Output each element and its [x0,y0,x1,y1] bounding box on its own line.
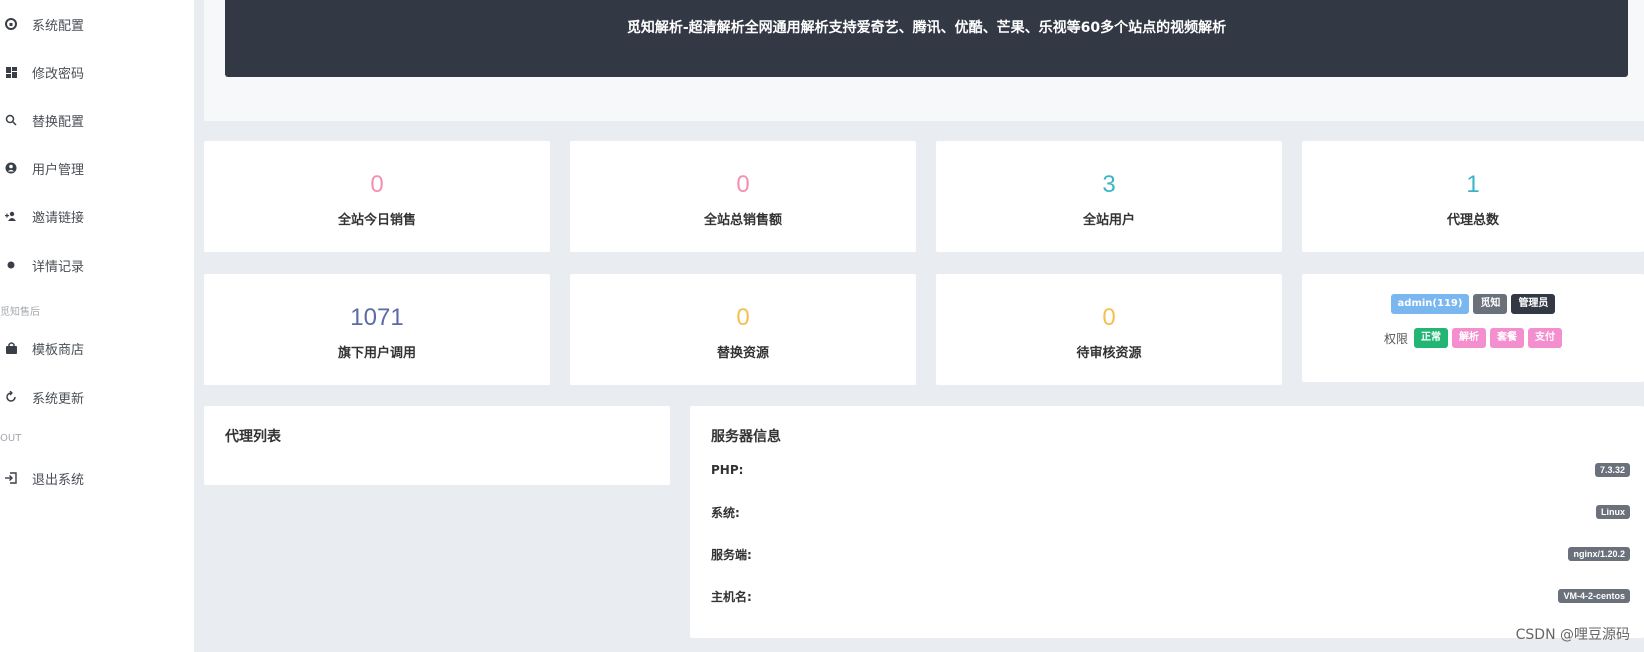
stat-card-agent-count: 1 代理总数 [1302,141,1644,252]
info-value: nginx/1.20.2 [1568,547,1630,561]
sidebar-item-label: 邀请链接 [32,210,85,226]
banner-text: 觅知解析-超清解析全网通用解析支持爱奇艺、腾讯、优酷、芒果、乐视等60多个站点的… [626,19,1227,36]
stat-value: 0 [370,171,384,198]
info-key: 服务端: [711,547,752,562]
user-icon [4,161,18,175]
sidebar-item-label: 替换配置 [32,114,85,130]
stat-value: 0 [1102,304,1116,331]
banner-container: 觅知解析-超清解析全网通用解析支持爱奇艺、腾讯、优酷、芒果、乐视等60多个站点的… [204,0,1644,121]
sidebar-item-label: 退出系统 [32,472,85,488]
stat-card-pending-resources: 0 待审核资源 [936,274,1282,385]
permission-parse-badge: 解析 [1452,328,1486,348]
sidebar-item-label: 修改密码 [32,66,85,82]
sidebar-item-change-password[interactable]: 修改密码 [0,52,194,92]
sidebar-item-label: 详情记录 [32,259,85,275]
stat-value: 3 [1102,171,1116,198]
server-info-row: 系统: Linux [711,502,1630,522]
stat-card-total-users: 3 全站用户 [936,141,1282,252]
stat-label: 全站用户 [1082,213,1135,228]
stat-card-sub-user-calls: 1071 旗下用户调用 [204,274,550,385]
stat-label: 待审核资源 [1076,346,1142,361]
info-key: 主机名: [711,589,752,604]
stat-label: 替换资源 [716,346,769,361]
permission-status-badge: 正常 [1414,328,1448,348]
refresh-icon [4,390,18,404]
server-info-row: 主机名: VM-4-2-centos [711,586,1630,606]
permission-label: 权限 [1383,331,1408,346]
sidebar-item-system-update[interactable]: 系统更新 [0,377,194,417]
stat-card-today-sales: 0 全站今日销售 [204,141,550,252]
stat-label: 旗下用户调用 [337,346,416,361]
sidebar-item-replace-config[interactable]: 替换配置 [0,100,194,140]
sidebar-item-invite-link[interactable]: 邀请链接 [0,196,194,236]
role-badge: 管理员 [1511,294,1556,314]
panel-title: 代理列表 [225,429,281,445]
stat-value: 1 [1466,171,1480,198]
user-badges: admin(119) 觅知 管理员 [1302,294,1644,314]
info-value: Linux [1596,505,1630,519]
server-info-row: PHP: 7.3.32 [711,460,1630,480]
sidebar-item-label: 用户管理 [32,162,85,178]
sidebar-item-template-store[interactable]: 模板商店 [0,328,194,368]
stat-card-total-sales: 0 全站总销售额 [570,141,916,252]
user-add-icon [4,209,18,223]
dot-icon [4,258,18,272]
panel-title: 服务器信息 [711,429,781,445]
stat-value: 1071 [350,304,404,331]
info-key: 系统: [711,505,740,520]
site-badge: 觅知 [1473,294,1508,314]
sidebar-item-system-config[interactable]: 系统配置 [0,4,194,44]
permission-package-badge: 套餐 [1490,328,1524,348]
search-icon [4,113,18,127]
stat-value: 0 [736,304,750,331]
sidebar-item-label: 模板商店 [32,342,85,358]
stat-label: 全站今日销售 [337,213,416,228]
sidebar-group-label: OUT [0,433,22,444]
server-info-row: 服务端: nginx/1.20.2 [711,544,1630,564]
stat-label: 代理总数 [1446,213,1499,228]
home-icon [4,17,18,31]
user-info-card: admin(119) 觅知 管理员 权限 正常 解析 套餐 支付 [1302,274,1644,382]
info-key: PHP: [711,463,744,477]
sidebar-item-detail-records[interactable]: 详情记录 [0,245,194,285]
stat-card-replace-resources: 0 替换资源 [570,274,916,385]
sidebar-item-logout[interactable]: 退出系统 [0,458,194,498]
agent-list-panel: 代理列表 [204,406,670,485]
logout-icon [4,471,18,485]
sidebar-item-user-management[interactable]: 用户管理 [0,148,194,188]
info-value: 7.3.32 [1594,463,1630,477]
username-badge: admin(119) [1390,294,1470,314]
stat-label: 全站总销售额 [703,213,782,228]
sidebar-group-label: 觅知售后 [0,307,40,318]
sidebar-item-label: 系统配置 [32,18,85,34]
stat-value: 0 [736,171,750,198]
sidebar: 系统配置 修改密码 替换配置 用户管理 邀请链接 详情记录 觅知售后 模板商店 … [0,0,194,652]
announcement-banner: 觅知解析-超清解析全网通用解析支持爱奇艺、腾讯、优酷、芒果、乐视等60多个站点的… [225,0,1628,77]
info-value: VM-4-2-centos [1558,589,1630,603]
sidebar-item-label: 系统更新 [32,391,85,407]
bag-icon [4,341,18,355]
watermark: CSDN @哩豆源码 [1515,627,1630,643]
permission-pay-badge: 支付 [1528,328,1562,348]
server-info-panel: 服务器信息 PHP: 7.3.32 系统: Linux 服务端: nginx/1… [690,406,1644,638]
dashboard-icon [4,65,18,79]
permission-badges: 权限 正常 解析 套餐 支付 [1302,328,1644,348]
